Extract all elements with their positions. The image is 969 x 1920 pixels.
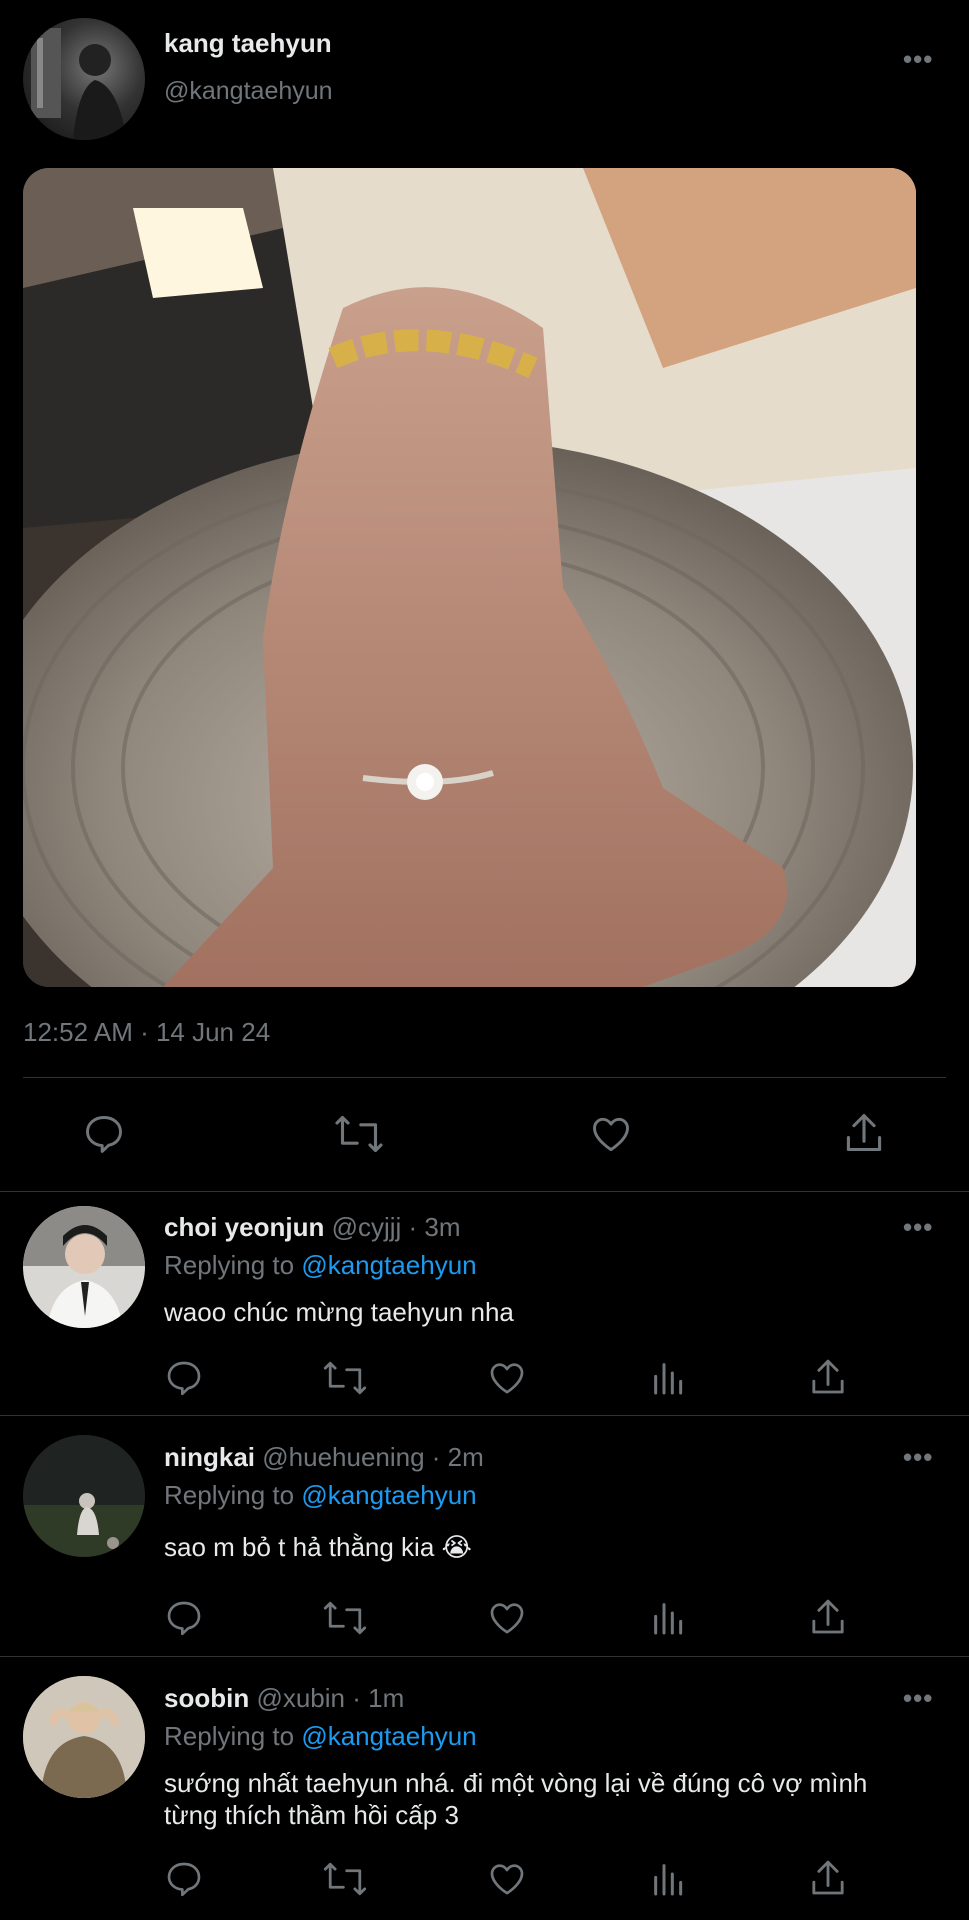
- retweet-icon[interactable]: [322, 1859, 368, 1899]
- author-avatar[interactable]: [23, 18, 145, 140]
- more-options-icon[interactable]: •••: [903, 1685, 933, 1711]
- reply-text: waoo chúc mừng taehyun nha: [164, 1297, 514, 1327]
- replying-to-link[interactable]: @kangtaehyun: [301, 1480, 476, 1510]
- analytics-icon[interactable]: [649, 1358, 689, 1398]
- reply-display-name[interactable]: choi yeonjun: [164, 1212, 324, 1242]
- reply-text: sao m bỏ t hả thằng kia 😭: [164, 1532, 472, 1562]
- tweet-media-image[interactable]: [23, 168, 916, 987]
- reply-time[interactable]: · 1m: [352, 1683, 404, 1713]
- avatar-photo-icon: [31, 28, 127, 140]
- avatar-photo-icon: [23, 1206, 145, 1328]
- reply-handle[interactable]: @cyjjj: [332, 1212, 402, 1242]
- replying-to-label: Replying to: [164, 1480, 295, 1510]
- author-display-name[interactable]: kang taehyun: [164, 28, 332, 59]
- share-icon[interactable]: [808, 1857, 848, 1899]
- reply-text-line-2: từng thích thầm hồi cấp 3: [164, 1800, 459, 1830]
- reply-text-line-1: sướng nhất taehyun nhá. đi một vòng lại …: [164, 1768, 868, 1798]
- analytics-icon[interactable]: [649, 1859, 689, 1899]
- reply-icon[interactable]: [164, 1859, 204, 1899]
- tweet-timestamp[interactable]: 12:52 AM · 14 Jun 24: [23, 1017, 270, 1048]
- divider: [0, 1656, 969, 1657]
- like-icon[interactable]: [487, 1598, 527, 1638]
- reply-icon[interactable]: [164, 1598, 204, 1638]
- replying-to-label: Replying to: [164, 1250, 295, 1280]
- reply-avatar[interactable]: [23, 1435, 145, 1557]
- avatar-photo-icon: [23, 1435, 145, 1557]
- divider: [0, 1191, 969, 1192]
- author-handle[interactable]: @kangtaehyun: [164, 77, 333, 106]
- like-icon[interactable]: [487, 1358, 527, 1398]
- reply-time[interactable]: · 3m: [409, 1212, 461, 1242]
- divider: [23, 1077, 946, 1078]
- like-icon[interactable]: [487, 1859, 527, 1899]
- reply-display-name[interactable]: soobin: [164, 1683, 249, 1713]
- divider: [0, 1415, 969, 1416]
- reply-handle[interactable]: @huehuening: [262, 1442, 424, 1472]
- share-icon[interactable]: [808, 1356, 848, 1398]
- reply-avatar[interactable]: [23, 1206, 145, 1328]
- like-icon[interactable]: [589, 1112, 633, 1156]
- retweet-icon[interactable]: [333, 1112, 385, 1156]
- more-options-icon[interactable]: •••: [903, 1214, 933, 1240]
- share-icon[interactable]: [842, 1110, 886, 1156]
- analytics-icon[interactable]: [649, 1598, 689, 1638]
- replying-to-label: Replying to: [164, 1721, 295, 1751]
- more-options-icon[interactable]: •••: [903, 46, 933, 72]
- photo-hand-ring-icon: [23, 168, 916, 987]
- reply-handle[interactable]: @xubin: [256, 1683, 345, 1713]
- reply-icon[interactable]: [164, 1358, 204, 1398]
- reply-display-name[interactable]: ningkai: [164, 1442, 255, 1472]
- reply-icon[interactable]: [82, 1112, 126, 1156]
- replying-to-link[interactable]: @kangtaehyun: [301, 1721, 476, 1751]
- more-options-icon[interactable]: •••: [903, 1444, 933, 1470]
- replying-to-link[interactable]: @kangtaehyun: [301, 1250, 476, 1280]
- share-icon[interactable]: [808, 1596, 848, 1638]
- reply-time[interactable]: · 2m: [432, 1442, 484, 1472]
- reply-avatar[interactable]: [23, 1676, 145, 1798]
- retweet-icon[interactable]: [322, 1358, 368, 1398]
- avatar-photo-icon: [23, 1676, 145, 1798]
- retweet-icon[interactable]: [322, 1598, 368, 1638]
